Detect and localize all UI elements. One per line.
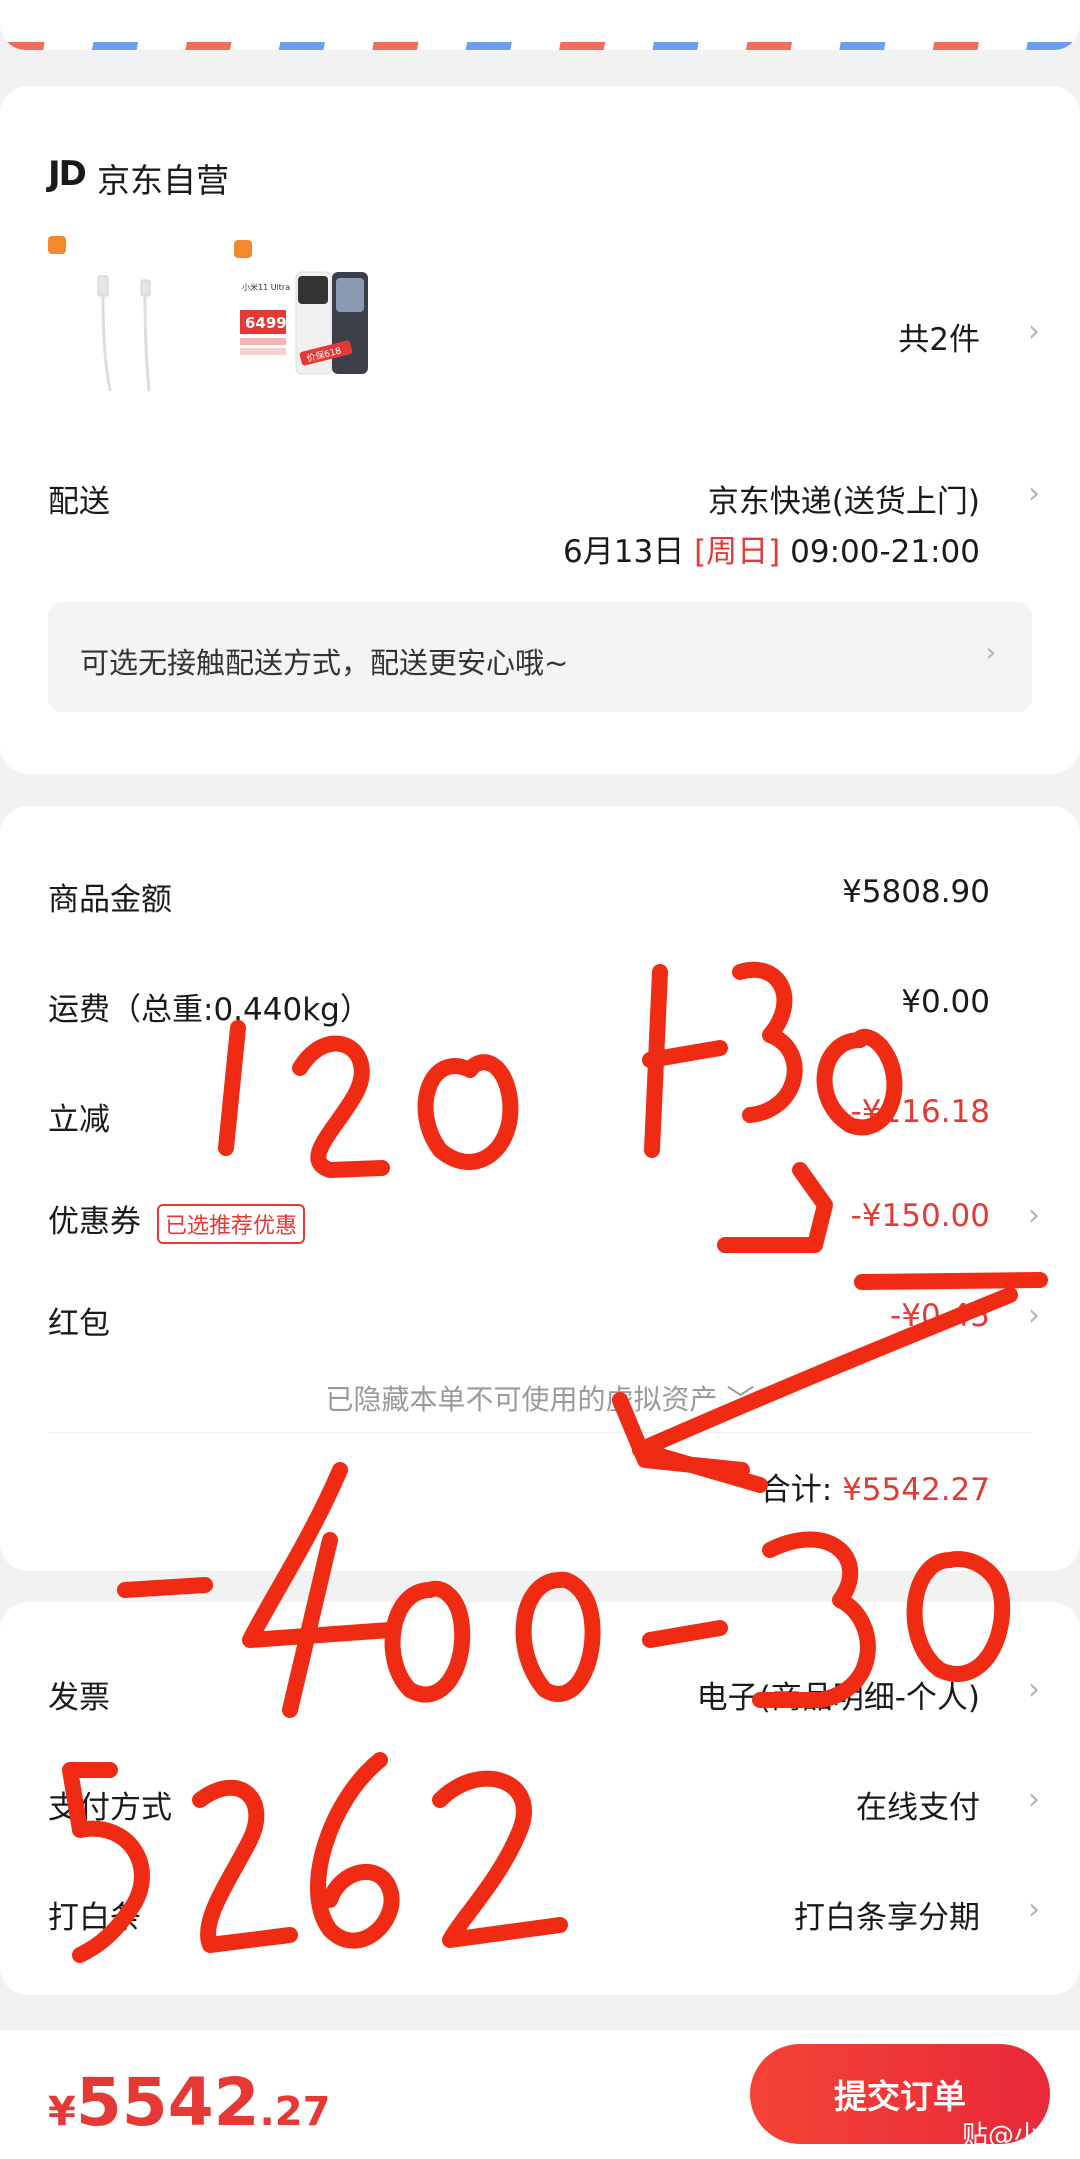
baitiao-value[interactable]: 打白条享分期 bbox=[794, 1892, 980, 1937]
payment-options-card: 发票 电子(商品明细-个人) › 支付方式 在线支付 › 打白条 打白条享分期 … bbox=[0, 1602, 1080, 1995]
phone-model-text: 小米11 Ultra bbox=[242, 282, 290, 292]
hidden-assets-toggle[interactable]: 已隐藏本单不可使用的虚拟资产 ﹀ bbox=[0, 1378, 1080, 1418]
baitiao-label: 打白条 bbox=[48, 1900, 141, 1936]
checkout-bar: ¥5542.27 提交订单 bbox=[0, 2030, 1080, 2159]
goods-amount-value: ¥5808.90 bbox=[842, 874, 990, 910]
chevron-right-icon[interactable]: › bbox=[1028, 314, 1040, 349]
mi-logo-icon bbox=[234, 240, 252, 258]
payment-method-value[interactable]: 在线支付 bbox=[856, 1782, 980, 1827]
delivery-weekday: [周日] bbox=[694, 534, 781, 570]
watermark: 贴@小米 bbox=[961, 2121, 1066, 2151]
payable-price: ¥5542.27 bbox=[48, 2064, 330, 2141]
product-thumb-phone[interactable]: 小米11 Ultra 6499 价保618 bbox=[234, 236, 384, 396]
usb-cable-icon bbox=[97, 275, 151, 392]
price-decimal: .27 bbox=[259, 2089, 331, 2135]
order-total: 合计: ¥5542.27 bbox=[760, 1464, 990, 1509]
chevron-right-icon[interactable]: › bbox=[1028, 1298, 1040, 1333]
delivery-time[interactable]: 6月13日 [周日] 09:00-21:00 bbox=[563, 526, 980, 571]
chevron-down-icon: ﹀ bbox=[726, 1383, 755, 1416]
airmail-stripe bbox=[0, 42, 1080, 50]
chevron-right-icon[interactable]: › bbox=[1028, 1892, 1040, 1927]
price-currency: ¥ bbox=[48, 2089, 76, 2135]
delivery-date: 6月13日 bbox=[563, 534, 685, 570]
phone-price-tag: 6499 bbox=[245, 314, 287, 332]
chevron-right-icon[interactable]: › bbox=[1028, 1198, 1040, 1233]
chevron-right-icon[interactable]: › bbox=[1028, 476, 1040, 511]
goods-amount-label: 商品金额 bbox=[48, 882, 172, 918]
item-count[interactable]: 共2件 bbox=[898, 314, 980, 359]
chevron-right-icon: › bbox=[985, 638, 996, 668]
jd-logo: JD bbox=[48, 154, 87, 194]
price-integer: 5542 bbox=[75, 2064, 260, 2141]
divider bbox=[48, 1432, 1032, 1433]
instant-discount-value: -¥116.18 bbox=[850, 1094, 990, 1130]
shop-name: 京东自营 bbox=[97, 161, 229, 200]
total-label: 合计: bbox=[759, 1472, 833, 1508]
chevron-right-icon[interactable]: › bbox=[1028, 1782, 1040, 1817]
delivery-method[interactable]: 京东快递(送货上门) bbox=[708, 476, 980, 521]
total-value: ¥5542.27 bbox=[842, 1472, 990, 1508]
shipping-fee-label: 运费（总重:0.440kg） bbox=[48, 992, 371, 1028]
hidden-assets-text: 已隐藏本单不可使用的虚拟资产 bbox=[325, 1383, 718, 1416]
coupon-badge: 已选推荐优惠 bbox=[157, 1203, 306, 1244]
chevron-right-icon[interactable]: › bbox=[1028, 1672, 1040, 1707]
phone-product-icon: 小米11 Ultra 6499 价保618 bbox=[240, 271, 368, 375]
coupon-label: 优惠券 bbox=[48, 1204, 141, 1240]
order-shop-card: JD 京东自营 小米11 Ultra 6499 价保618 共2件 › 配送 京… bbox=[0, 86, 1080, 774]
envelope-header bbox=[0, 0, 1080, 50]
invoice-value[interactable]: 电子(商品明细-个人) bbox=[697, 1672, 980, 1717]
red-packet-value[interactable]: -¥0.45 bbox=[890, 1298, 990, 1334]
payment-method-label: 支付方式 bbox=[48, 1790, 172, 1826]
mi-logo-icon bbox=[48, 236, 66, 254]
product-thumb-cable[interactable] bbox=[48, 236, 198, 396]
coupon-row[interactable]: 优惠券 已选推荐优惠 bbox=[48, 1196, 306, 1244]
price-summary-card: 商品金额 ¥5808.90 运费（总重:0.440kg） ¥0.00 立减 -¥… bbox=[0, 806, 1080, 1571]
contactless-notice-text: 可选无接触配送方式，配送更安心哦~ bbox=[80, 646, 569, 680]
coupon-value[interactable]: -¥150.00 bbox=[851, 1198, 990, 1234]
delivery-label: 配送 bbox=[48, 484, 110, 520]
invoice-label: 发票 bbox=[48, 1680, 110, 1716]
shipping-fee-value: ¥0.00 bbox=[901, 984, 990, 1020]
instant-discount-label: 立减 bbox=[48, 1102, 110, 1138]
contactless-notice[interactable]: 可选无接触配送方式，配送更安心哦~ › bbox=[48, 602, 1032, 712]
delivery-window: 09:00-21:00 bbox=[790, 534, 980, 570]
red-packet-label: 红包 bbox=[48, 1306, 110, 1342]
